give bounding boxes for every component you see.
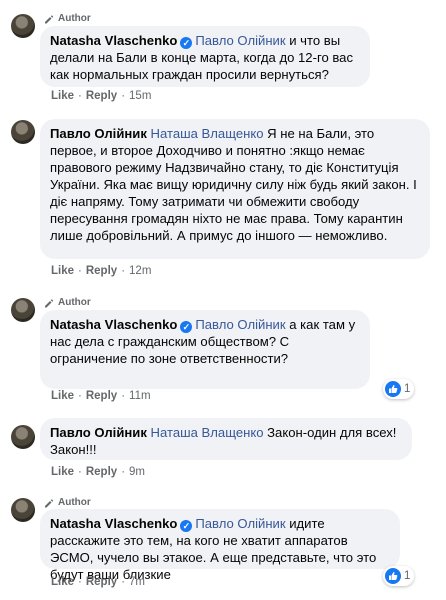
reaction-number: 1 [404,570,411,582]
comment-text: Я не на Бали, это первое, и второе Доход… [50,126,417,243]
comment-actions: Like · Reply · 9m [51,466,146,478]
comment-bubble: Natasha Vlaschenko ✓ Павло Олійник а как т… [40,310,370,389]
avatar[interactable] [11,425,35,449]
comment-bubble: Павло Олійник Наташа Влащенко Закон-один… [40,418,412,460]
like-reaction-icon [385,568,401,584]
verified-badge-icon: ✓ [180,37,193,49]
verified-badge-icon: ✓ [180,321,193,333]
mention-link[interactable]: Павло Олійник [195,33,285,48]
like-button[interactable]: Like [51,576,74,588]
mention-link[interactable]: Наташа Влащенко [151,425,264,440]
mention-link[interactable]: Павло Олійник [195,516,285,531]
verified-badge-icon: ✓ [180,520,193,532]
comment-author-name[interactable]: Павло Олійник [50,126,147,141]
reply-button[interactable]: Reply [86,265,117,277]
reply-button[interactable]: Reply [86,390,117,402]
pen-icon [45,498,54,507]
mention-link[interactable]: Павло Олійник [195,317,285,332]
timestamp[interactable]: 15m [129,90,151,102]
timestamp[interactable]: 7m [129,576,145,588]
timestamp[interactable]: 9m [129,466,145,478]
like-button[interactable]: Like [51,466,74,478]
comment-bubble: Natasha Vlaschenko ✓ Павло Олійник идите р… [40,509,400,582]
avatar[interactable] [11,120,35,144]
comment-author-name[interactable]: Natasha Vlaschenko [50,317,177,332]
comment-actions: Like · Reply · 15m [51,90,152,102]
author-badge: Author [44,297,91,308]
like-button[interactable]: Like [51,265,74,277]
reaction-count[interactable]: 1 [383,379,415,399]
pen-icon [45,298,54,307]
timestamp[interactable]: 11m [129,390,151,402]
reply-button[interactable]: Reply [86,466,117,478]
reply-button[interactable]: Reply [86,576,117,588]
comment-author-name[interactable]: Павло Олійник [50,425,147,440]
like-reaction-icon [385,381,401,397]
avatar[interactable] [11,14,35,38]
like-button[interactable]: Like [51,390,74,402]
comment-actions: Like · Reply · 11m [51,390,151,402]
like-button[interactable]: Like [51,90,74,102]
comment-bubble: Natasha Vlaschenko ✓ Павло Олійник и что в… [40,26,370,87]
reaction-number: 1 [404,383,411,395]
author-badge: Author [44,13,91,24]
comment-author-name[interactable]: Natasha Vlaschenko [50,516,177,531]
reaction-count[interactable]: 1 [383,566,415,586]
timestamp[interactable]: 12m [129,265,151,277]
comment-actions: Like · Reply · 12m [51,265,152,277]
comment-bubble: Павло Олійник Наташа Влащенко Я не на Ба… [40,119,430,259]
reply-button[interactable]: Reply [86,90,117,102]
avatar[interactable] [11,298,35,322]
comment-actions: Like · Reply · 7m [51,576,146,588]
comment-author-name[interactable]: Natasha Vlaschenko [50,33,177,48]
avatar[interactable] [11,498,35,522]
mention-link[interactable]: Наташа Влащенко [151,126,264,141]
pen-icon [45,14,54,23]
author-badge: Author [44,497,91,508]
